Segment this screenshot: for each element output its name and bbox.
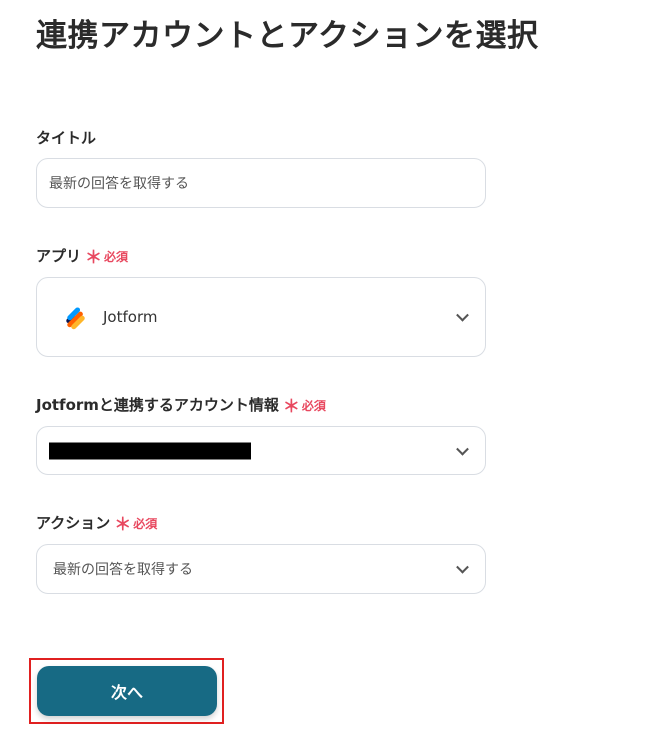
next-button-highlight: 次へ (29, 658, 224, 724)
redacted-account-value (49, 442, 251, 459)
app-field-label: アプリ＊必須 (36, 246, 129, 268)
app-selected-option: Jotform (65, 305, 158, 331)
action-field-label: アクション＊必須 (36, 513, 158, 535)
app-select[interactable]: Jotform (36, 277, 486, 357)
app-name: Jotform (103, 308, 158, 326)
account-label-text: Jotformと連携するアカウント情報 (36, 396, 279, 414)
required-text: 必須 (133, 517, 158, 531)
required-asterisk: ＊ (85, 248, 103, 268)
chevron-down-icon[interactable] (456, 560, 469, 574)
required-text: 必須 (104, 250, 129, 264)
jotform-logo-icon (65, 305, 89, 331)
required-badge: ＊必須 (282, 396, 326, 417)
account-field-label: Jotformと連携するアカウント情報＊必須 (36, 395, 326, 417)
account-select[interactable] (36, 426, 486, 475)
app-label-text: アプリ (36, 247, 82, 265)
required-badge: ＊必須 (114, 514, 158, 535)
required-text: 必須 (301, 399, 326, 413)
title-input[interactable] (37, 159, 485, 207)
title-label-text: タイトル (36, 129, 97, 147)
page-title: 連携アカウントとアクションを選択 (36, 18, 539, 54)
title-field-label: タイトル (36, 128, 96, 148)
next-button[interactable]: 次へ (37, 666, 217, 716)
required-asterisk: ＊ (114, 515, 132, 535)
chevron-down-icon[interactable] (456, 442, 469, 456)
action-select[interactable]: 最新の回答を取得する (36, 544, 486, 594)
chevron-down-icon[interactable] (456, 308, 469, 322)
action-selected-value: 最新の回答を取得する (53, 562, 193, 578)
title-input-box[interactable] (36, 158, 486, 208)
action-label-text: アクション (36, 514, 111, 532)
required-asterisk: ＊ (282, 397, 300, 417)
required-badge: ＊必須 (85, 247, 129, 268)
page: 連携アカウントとアクションを選択 タイトル アプリ＊必須 Jotform Jot… (0, 0, 648, 742)
